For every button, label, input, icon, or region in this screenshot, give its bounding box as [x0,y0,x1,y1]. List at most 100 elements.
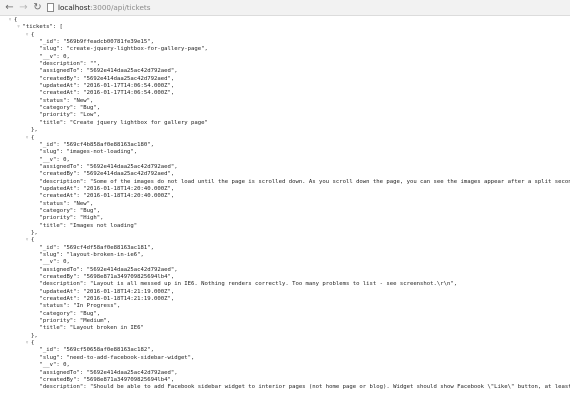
json-line: "createdAt": "2016-01-18T14:21:19.000Z", [0,296,570,303]
json-line: "_id": "569b9ffeadcb00781fe39e15", [0,39,570,46]
json-line: "priority": "Medium", [0,318,570,325]
address-bar[interactable]: localhost :3000/api/tickets [47,1,562,14]
json-line: "priority": "High", [0,215,570,222]
json-line-text: "category": "Bug", [39,207,101,214]
json-line: "slug": "create-jquery-lightbox-for-gall… [0,46,570,53]
json-line-text: "slug": "need-to-add-facebook-sidebar-wi… [39,354,195,361]
json-line-text: "slug": "layout-broken-in-ie6", [39,252,144,258]
browser-toolbar: ← → ↻ localhost :3000/api/tickets [0,0,570,16]
json-line: "createdBy": "5698e871a349709825694lb4", [0,274,570,281]
json-line-text: "createdBy": "5698e871a349709825694lb4", [39,376,175,383]
json-line: }, [0,333,570,340]
json-line-text: "_id": "569cf4b858af0e88163ac180", [39,141,155,148]
json-line-text: "status": "In Progress", [39,303,121,310]
json-line-text: "description": "Some of the images do no… [39,178,570,185]
reload-icon[interactable]: ↻ [31,1,44,14]
json-line: ▿{ [0,32,570,39]
json-line: "updatedAt": "2016-01-18T14:20:40.000Z", [0,186,570,193]
forward-arrow-icon[interactable]: → [17,1,30,14]
json-line: "__v": 0, [0,362,570,369]
json-line: "status": "New", [0,201,570,208]
fold-toggle-icon[interactable]: ▿ [23,237,31,244]
json-line: "title": "Create jquery lightbox for gal… [0,120,570,127]
json-line: "_id": "569cf4df58af0e88163ac181", [0,245,570,252]
json-line: "title": "Layout broken in IE6" [0,325,570,332]
json-line-text: { [14,17,18,23]
json-line-text: "updatedAt": "2016-01-18T14:21:19.000Z", [39,288,175,295]
json-line: "status": "In Progress", [0,303,570,310]
json-line-text: "status": "New", [39,200,94,207]
json-line: "_id": "569cf4b858af0e88163ac180", [0,142,570,149]
json-line-text: "priority": "Medium", [39,318,111,325]
back-arrow-icon[interactable]: ← [3,1,16,14]
json-line: "__v": 0, [0,259,570,266]
json-line-text: "createdBy": "5692e414daa25ac42d792aed", [39,75,175,82]
json-line: "category": "Bug", [0,105,570,112]
json-line: "description": "Some of the images do no… [0,179,570,186]
url-path: :3000/api/tickets [90,3,151,12]
json-line-text: }, [31,127,38,134]
json-line-text: "title": "Create jquery lightbox for gal… [39,119,208,126]
json-line: "slug": "layout-broken-in-ie6", [0,252,570,259]
json-line-text: "assignedTo": "5692e414daa25ac42d792aed"… [39,68,178,75]
page-icon [47,3,54,12]
fold-toggle-icon[interactable]: ▿ [23,32,31,39]
json-line: "updatedAt": "2016-01-17T14:06:54.000Z", [0,83,570,90]
json-line-text: "title": "Images not loading" [39,222,138,229]
json-line-text: { [31,237,35,244]
json-line: ▿ "tickets": [ [0,24,570,31]
json-line: "slug": "images-not-loading", [0,149,570,156]
json-line: "assignedTo": "5692e414daa25ac42d792aed"… [0,164,570,171]
json-line-text: "createdBy": "5698e871a349709825694lb4", [39,274,175,281]
json-line-text: "updatedAt": "2016-01-18T14:20:40.000Z", [39,185,175,192]
json-line-text: "category": "Bug", [39,105,101,112]
json-line: "__v": 0, [0,157,570,164]
json-line: "category": "Bug", [0,311,570,318]
json-line-text: "description": "Layout is all messed up … [39,281,458,288]
json-line: "assignedTo": "5692e414daa25ac42d792aed"… [0,267,570,274]
json-line: "description": "", [0,61,570,68]
url-host: localhost [58,3,91,12]
json-line: "createdAt": "2016-01-17T14:06:54.000Z", [0,90,570,97]
json-line: "assignedTo": "5692e414daa25ac42d792aed"… [0,68,570,75]
fold-toggle-icon[interactable]: ▿ [23,135,31,142]
json-line: "createdBy": "5692e414daa25ac42d792aed", [0,171,570,178]
fold-toggle-icon[interactable]: ▿ [6,17,14,24]
json-line-text: "__v": 0, [39,362,70,369]
json-line-text: }, [31,332,38,339]
json-line-text: "slug": "create-jquery-lightbox-for-gall… [39,46,208,53]
fold-toggle-icon[interactable]: ▿ [15,24,23,31]
json-line: "_id": "569cf50658af0e88163ac182", [0,347,570,354]
json-line-text: "description": "Should be able to add Fa… [39,384,570,391]
json-line: "description": "Layout is all messed up … [0,281,570,288]
json-line-text: "tickets": [ [22,24,63,31]
json-line-text: "createdAt": "2016-01-17T14:06:54.000Z", [39,90,175,97]
json-line: ▿{ [0,237,570,244]
json-line: "updatedAt": "2016-01-18T14:21:19.000Z", [0,289,570,296]
json-line: "status": "New", [0,98,570,105]
json-line-text: }, [31,229,38,236]
json-line: "createdAt": "2016-01-18T14:20:40.000Z", [0,193,570,200]
json-line-text: "description": "", [39,61,101,68]
json-line: "__v": 0, [0,54,570,61]
json-line-text: "assignedTo": "5692e414daa25ac42d792aed"… [39,266,178,273]
json-line: }, [0,127,570,134]
json-line-text: "title": "Layout broken in IE6" [39,325,144,332]
json-line-text: "_id": "569cf4df58af0e88163ac181", [39,244,155,251]
json-line-text: "assignedTo": "5692e414daa25ac42d792aed"… [39,369,178,376]
json-line-text: "status": "New", [39,97,94,104]
json-line: "assignedTo": "5692e414daa25ac42d792aed"… [0,370,570,377]
json-line: "title": "Images not loading" [0,223,570,230]
json-line: ▿{ [0,17,570,24]
json-viewer: ▿{▿ "tickets": [▿{"_id": "569b9ffeadcb007… [0,17,570,416]
json-line: "slug": "need-to-add-facebook-sidebar-wi… [0,355,570,362]
json-line-text: { [31,134,35,141]
json-line: }, [0,230,570,237]
json-line: "createdBy": "5692e414daa25ac42d792aed", [0,76,570,83]
json-line: ▿{ [0,135,570,142]
json-line-text: "__v": 0, [39,53,70,60]
json-line-text: "createdAt": "2016-01-18T14:21:19.000Z", [39,296,175,303]
json-line-text: { [31,340,35,347]
fold-toggle-icon[interactable]: ▿ [23,340,31,347]
json-line-text: "category": "Bug", [39,310,101,317]
